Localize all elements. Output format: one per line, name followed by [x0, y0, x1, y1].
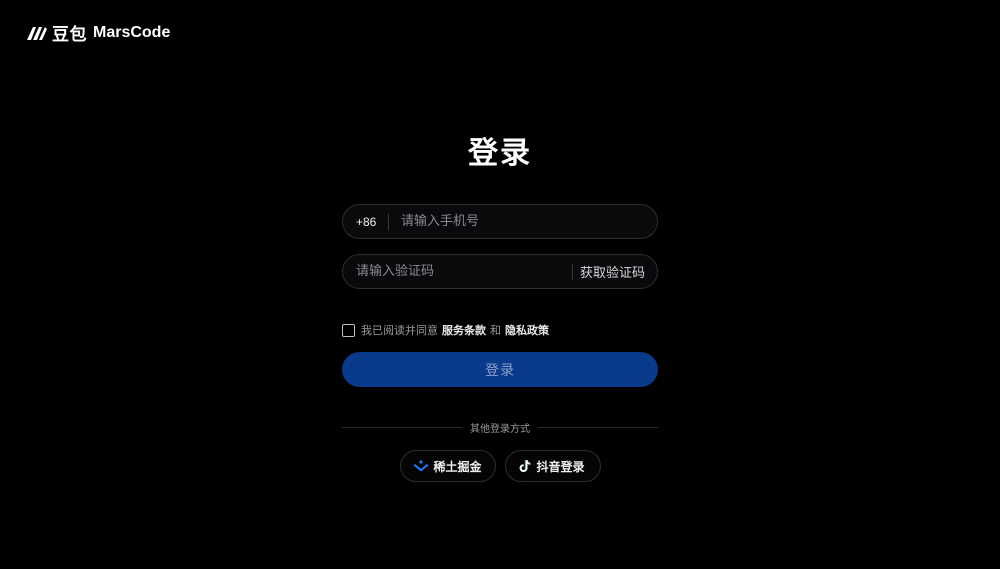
login-page: 豆包 MarsCode 登录 +86 获取验证码 我已阅读并同意 服务条款 和 … — [0, 0, 1000, 569]
divider-line — [538, 426, 658, 428]
social-login-list: 稀土掘金 抖音登录 — [342, 450, 658, 482]
terms-link[interactable]: 服务条款 — [442, 322, 486, 338]
agreement-row: 我已阅读并同意 服务条款 和 隐私政策 — [342, 322, 658, 338]
douyin-icon — [519, 460, 530, 472]
other-methods-divider: 其他登录方式 — [342, 420, 658, 435]
agreement-and: 和 — [490, 324, 501, 337]
country-code-prefix[interactable]: +86 — [343, 215, 388, 229]
brand-logo[interactable]: 豆包 MarsCode — [26, 20, 170, 45]
privacy-link[interactable]: 隐私政策 — [505, 322, 549, 338]
get-code-button[interactable]: 获取验证码 — [573, 262, 657, 281]
verification-code-field: 获取验证码 — [342, 254, 658, 289]
juejin-login-label: 稀土掘金 — [433, 459, 482, 474]
divider-line — [342, 426, 462, 428]
verification-code-input[interactable] — [343, 255, 572, 288]
agreement-text: 我已阅读并同意 — [361, 324, 438, 337]
login-form: 登录 +86 获取验证码 我已阅读并同意 服务条款 和 隐私政策 登录 其他登录… — [342, 132, 658, 482]
brand-name-en: MarsCode — [93, 23, 171, 41]
douyin-login-label: 抖音登录 — [536, 459, 585, 474]
login-button[interactable]: 登录 — [342, 352, 658, 387]
phone-input[interactable] — [389, 205, 657, 238]
brand-name-cn: 豆包 — [52, 25, 87, 45]
phone-field: +86 — [342, 204, 658, 239]
marscode-logo-icon — [27, 26, 47, 40]
agreement-checkbox[interactable] — [342, 323, 355, 337]
page-title: 登录 — [468, 136, 532, 171]
other-methods-label: 其他登录方式 — [470, 423, 530, 435]
juejin-icon — [413, 460, 428, 472]
douyin-login-button[interactable]: 抖音登录 — [504, 450, 601, 482]
juejin-login-button[interactable]: 稀土掘金 — [399, 450, 496, 482]
